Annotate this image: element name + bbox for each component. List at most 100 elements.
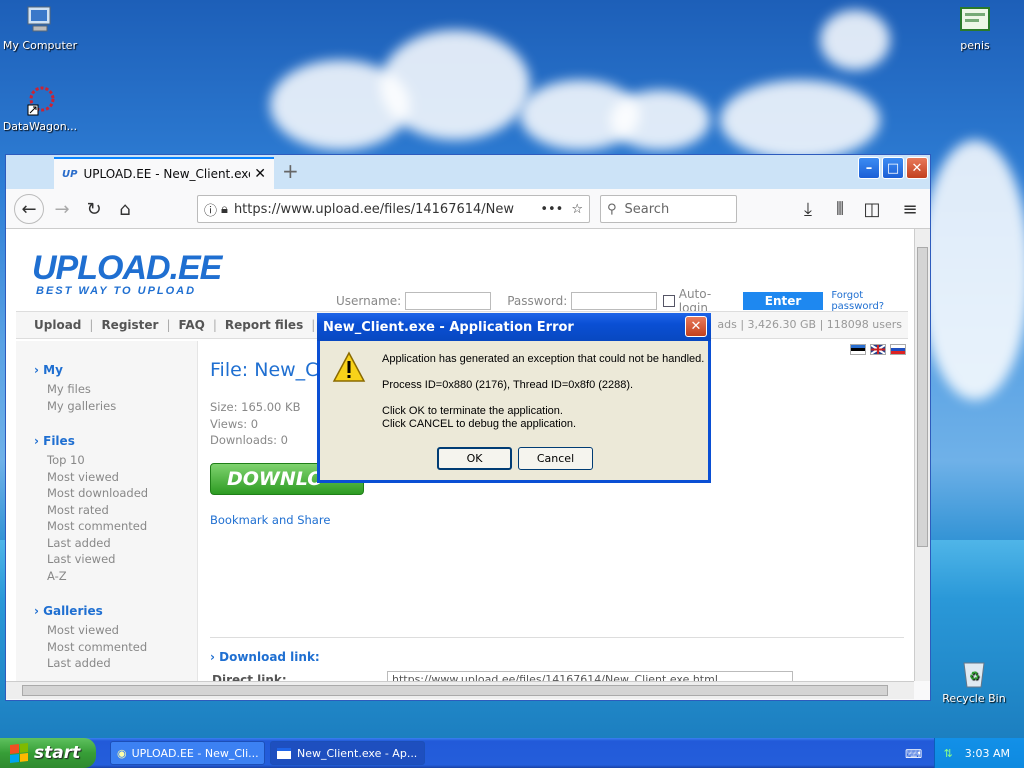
dialog-message-line: Click OK to terminate the application. bbox=[382, 405, 563, 417]
svg-text:♻: ♻ bbox=[969, 669, 980, 683]
taskbar-item-error-dialog[interactable]: New_Client.exe - Ap... bbox=[270, 741, 425, 765]
forward-button[interactable]: → bbox=[50, 197, 74, 221]
sidebar-item-my-galleries[interactable]: My galleries bbox=[47, 398, 197, 415]
reload-button[interactable]: ↻ bbox=[82, 197, 106, 221]
menu-separator: | bbox=[166, 318, 171, 332]
sidebar-item-most-downloaded[interactable]: Most downloaded bbox=[47, 485, 197, 502]
sidebar-item-most-viewed[interactable]: Most viewed bbox=[47, 469, 197, 486]
file-title: File: New_C bbox=[210, 359, 319, 381]
desktop-icon-my-computer[interactable]: My Computer bbox=[0, 4, 80, 52]
close-tab-icon[interactable]: ✕ bbox=[254, 166, 266, 182]
bookmark-star-icon[interactable]: ☆ bbox=[571, 202, 583, 217]
library-icon[interactable]: ⫴ bbox=[828, 197, 852, 221]
application-error-dialog: New_Client.exe - Application Error ✕ App… bbox=[317, 313, 711, 483]
sidebar-item-galleries-most-viewed[interactable]: Most viewed bbox=[47, 622, 197, 639]
estonian-flag-icon[interactable] bbox=[850, 344, 866, 355]
language-flags bbox=[850, 344, 906, 355]
dialog-title: New_Client.exe - Application Error bbox=[323, 319, 574, 335]
navigation-toolbar: ← → ↻ ⌂ ⓘ 🔒︎ https://www.upload.ee/files… bbox=[6, 189, 930, 229]
keyboard-icon[interactable]: ⌨ bbox=[905, 747, 922, 761]
maximize-button[interactable]: □ bbox=[882, 157, 904, 179]
sidebar-item-most-commented[interactable]: Most commented bbox=[47, 518, 197, 535]
sidebar-item-my-files[interactable]: My files bbox=[47, 381, 197, 398]
site-slogan: BEST WAY TO UPLOAD bbox=[36, 285, 197, 297]
dialog-message-line: Application has generated an exception t… bbox=[382, 353, 705, 365]
certificate-icon bbox=[959, 4, 991, 36]
scroll-thumb[interactable] bbox=[917, 247, 928, 547]
sidebar-section-files[interactable]: › Files bbox=[34, 434, 197, 448]
new-tab-button[interactable]: + bbox=[282, 159, 299, 183]
tab-upload-ee[interactable]: UP UPLOAD.EE - New_Client.exe - Do ✕ bbox=[54, 157, 274, 189]
cloud bbox=[380, 30, 530, 140]
windows-logo-icon bbox=[10, 743, 28, 763]
bookmark-share-link[interactable]: Bookmark and Share bbox=[210, 513, 330, 527]
uk-flag-icon[interactable] bbox=[870, 344, 886, 355]
file-size: Size: 165.00 KB bbox=[210, 400, 301, 414]
horizontal-scrollbar[interactable] bbox=[6, 681, 914, 699]
direct-link-label: Direct link: bbox=[212, 673, 287, 681]
close-window-button[interactable]: ✕ bbox=[906, 157, 928, 179]
lock-icon[interactable]: 🔒︎ bbox=[221, 202, 228, 217]
cloud bbox=[920, 140, 1024, 400]
search-icon: ⚲ bbox=[607, 201, 617, 217]
dialog-titlebar[interactable]: New_Client.exe - Application Error ✕ bbox=[317, 313, 711, 341]
scroll-thumb[interactable] bbox=[22, 685, 888, 696]
sidebar-item-galleries-most-commented[interactable]: Most commented bbox=[47, 639, 197, 656]
sidebar-item-galleries-last-added[interactable]: Last added bbox=[47, 655, 197, 672]
sidebar-section-my[interactable]: › My bbox=[34, 363, 197, 377]
search-placeholder: Search bbox=[624, 201, 670, 217]
desktop-icon-label: Recycle Bin bbox=[942, 692, 1006, 705]
vertical-scrollbar[interactable] bbox=[914, 229, 930, 681]
direct-link-field[interactable]: https://www.upload.ee/files/14167614/New… bbox=[387, 671, 793, 681]
search-input[interactable]: ⚲ Search bbox=[600, 195, 737, 223]
menu-report-files[interactable]: Report files bbox=[225, 318, 303, 332]
menu-faq[interactable]: FAQ bbox=[179, 318, 205, 332]
address-bar[interactable]: ⓘ 🔒︎ https://www.upload.ee/files/1416761… bbox=[197, 195, 590, 223]
download-icon[interactable]: ⤓ bbox=[796, 197, 820, 221]
sidebar-item-most-rated[interactable]: Most rated bbox=[47, 502, 197, 519]
forgot-password-link[interactable]: Forgot password? bbox=[831, 290, 914, 312]
enter-button[interactable]: Enter bbox=[742, 292, 824, 310]
home-button[interactable]: ⌂ bbox=[113, 197, 137, 221]
ok-button[interactable]: OK bbox=[437, 447, 512, 470]
sidebar-icon[interactable]: ◫ bbox=[860, 197, 884, 221]
network-icon[interactable]: ⇅ bbox=[944, 747, 953, 760]
file-views: Views: 0 bbox=[210, 416, 259, 431]
taskbar-item-browser[interactable]: ◉ UPLOAD.EE - New_Cli... bbox=[110, 741, 265, 765]
desktop-icon-datawagon[interactable]: DataWagon... bbox=[0, 85, 80, 133]
info-icon[interactable]: ⓘ bbox=[204, 200, 217, 219]
sidebar-item-last-viewed[interactable]: Last viewed bbox=[47, 551, 197, 568]
menu-separator: | bbox=[212, 318, 217, 332]
autologin-checkbox[interactable] bbox=[663, 295, 675, 307]
menu-icon[interactable]: ≡ bbox=[898, 197, 922, 221]
dialog-close-button[interactable]: ✕ bbox=[685, 316, 707, 337]
dialog-message-line: Process ID=0x880 (2176), Thread ID=0x8f0… bbox=[382, 379, 634, 391]
sidebar-item-last-added[interactable]: Last added bbox=[47, 535, 197, 552]
back-button[interactable]: ← bbox=[14, 194, 44, 224]
sidebar-item-top-10[interactable]: Top 10 bbox=[47, 452, 197, 469]
menu-register[interactable]: Register bbox=[101, 318, 158, 332]
cloud bbox=[820, 10, 890, 70]
menu-separator: | bbox=[89, 318, 94, 332]
username-field[interactable] bbox=[405, 292, 492, 310]
desktop-icon-recycle-bin[interactable]: ♻ Recycle Bin bbox=[934, 657, 1014, 705]
russian-flag-icon[interactable] bbox=[890, 344, 906, 355]
sidebar-section-galleries[interactable]: › Galleries bbox=[34, 604, 197, 618]
start-label: start bbox=[34, 743, 81, 763]
password-field[interactable] bbox=[571, 292, 658, 310]
site-logo[interactable]: UPLOAD.EE bbox=[32, 249, 222, 288]
tab-title: UPLOAD.EE - New_Client.exe - Do bbox=[83, 167, 251, 181]
warning-icon bbox=[332, 351, 366, 386]
start-button[interactable]: start bbox=[0, 738, 96, 768]
menu-separator: | bbox=[311, 318, 316, 332]
cancel-button[interactable]: Cancel bbox=[518, 447, 593, 470]
desktop-icon-penis[interactable]: penis bbox=[935, 4, 1015, 52]
sidebar-item-a-z[interactable]: A-Z bbox=[47, 568, 197, 585]
menu-upload[interactable]: Upload bbox=[34, 318, 81, 332]
dialog-message-line: Click CANCEL to debug the application. bbox=[382, 418, 577, 430]
taskbar-item-label: New_Client.exe - Ap... bbox=[297, 746, 418, 760]
browser-tabstrip: UP UPLOAD.EE - New_Client.exe - Do ✕ + –… bbox=[6, 155, 930, 189]
clock[interactable]: 3:03 AM bbox=[965, 747, 1010, 760]
minimize-button[interactable]: – bbox=[858, 157, 880, 179]
page-actions-icon[interactable]: ••• bbox=[540, 202, 563, 217]
